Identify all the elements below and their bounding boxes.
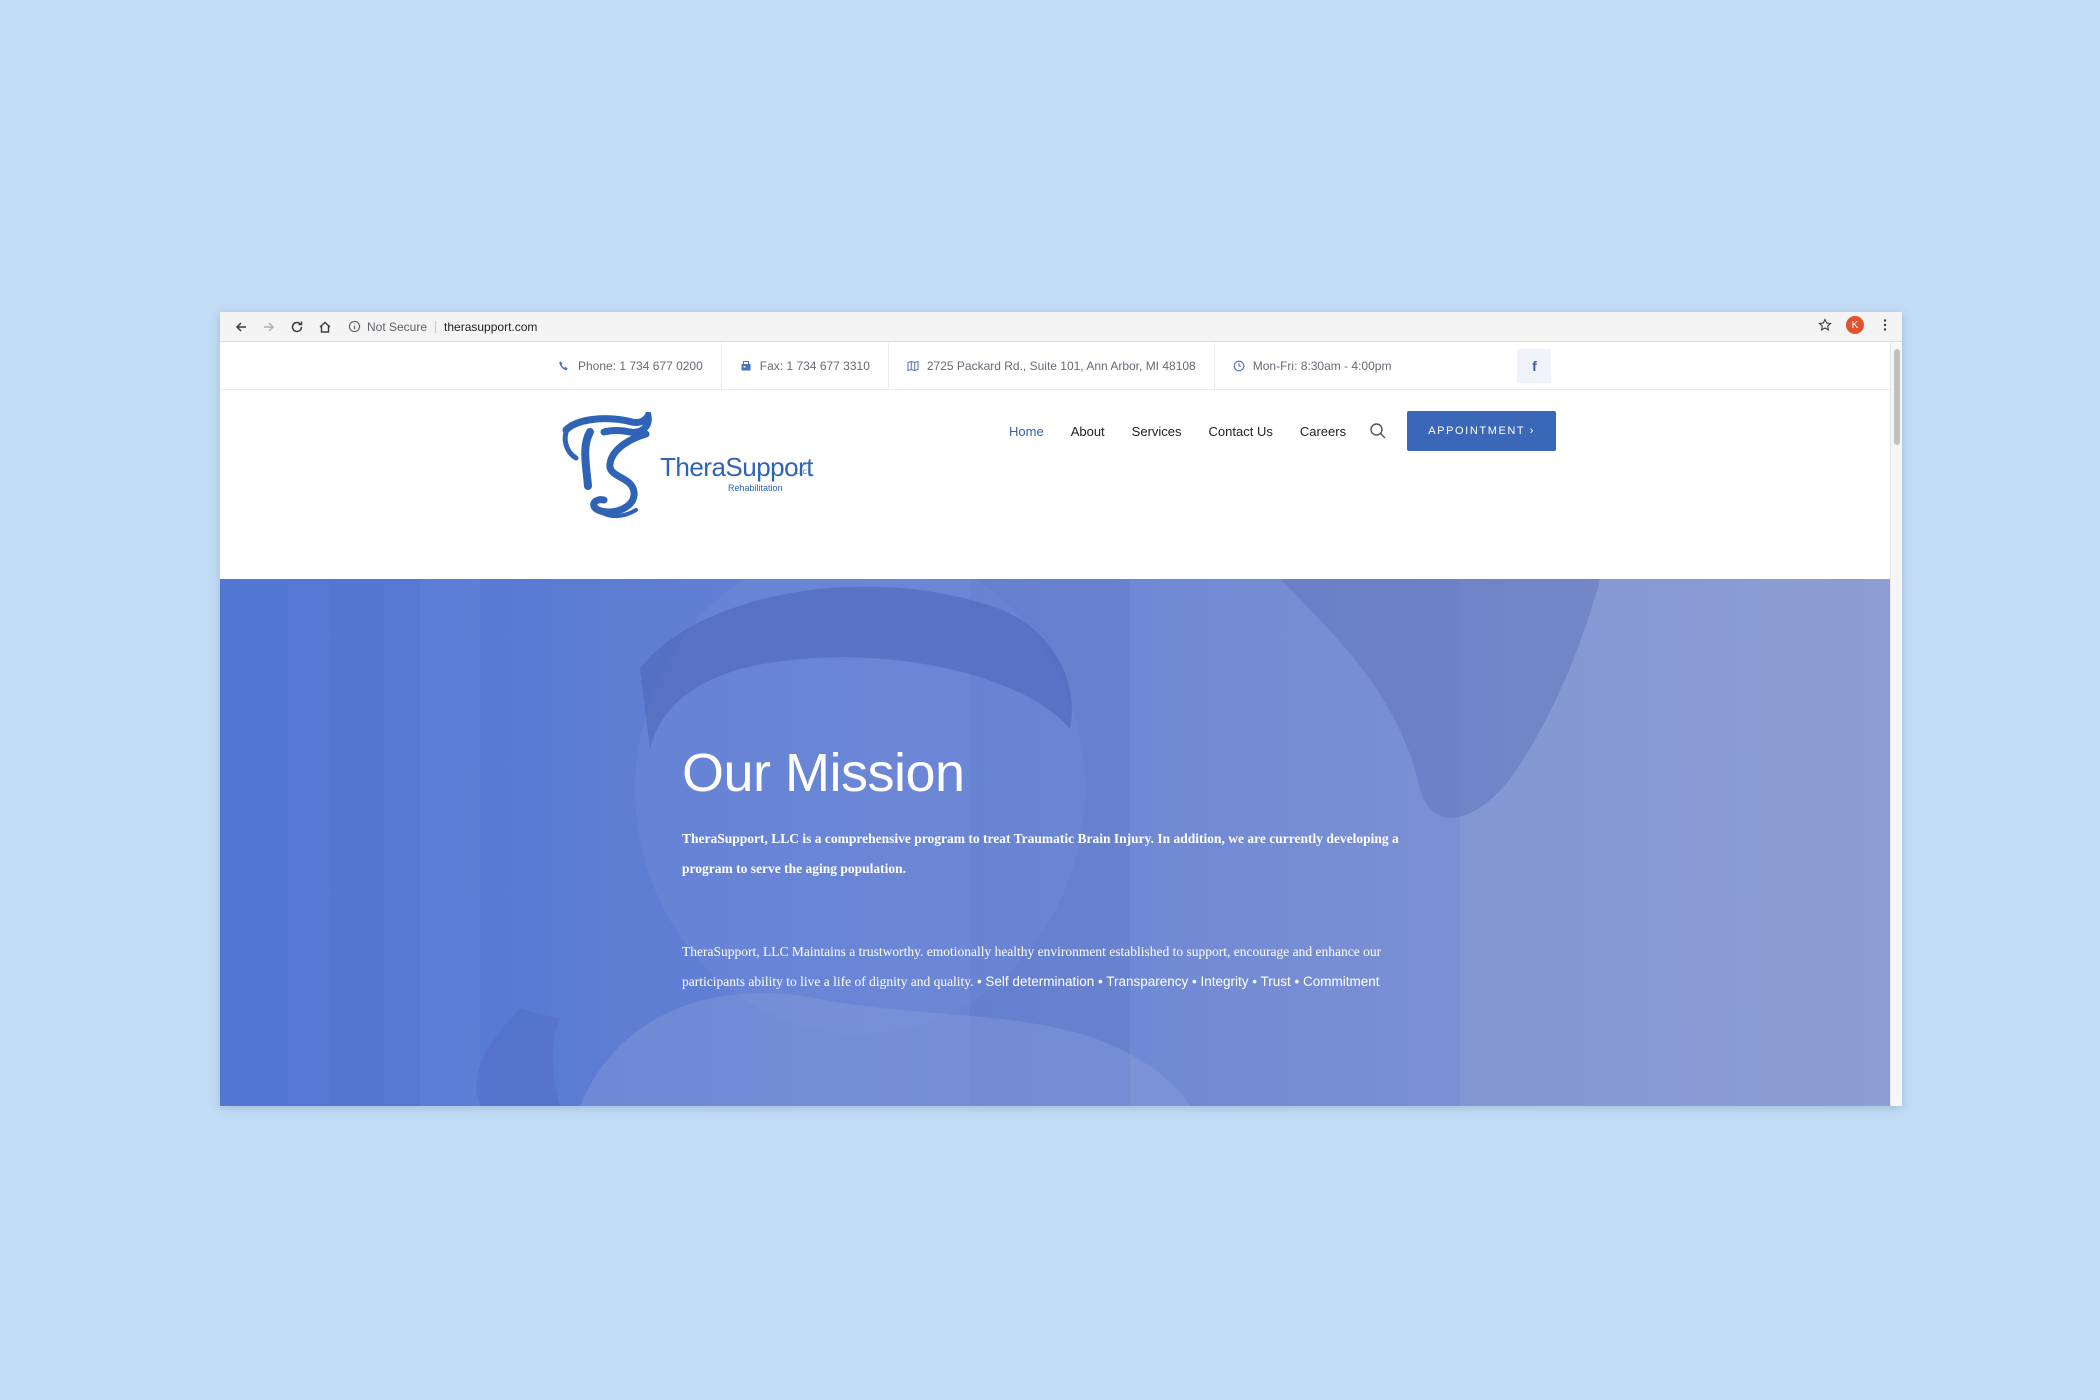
hours-text: Mon-Fri: 8:30am - 4:00pm [1252,359,1392,373]
profile-avatar[interactable]: K [1846,316,1864,334]
site-header: TheraSupport LLC Rehabilitation Home Abo… [220,390,1890,545]
arrow-left-icon [235,321,246,332]
browser-toolbar: Not Secure therasupport.com K [220,312,1902,342]
logo-tagline: Rehabilitation [728,483,783,493]
home-button[interactable] [314,316,336,338]
star-icon[interactable] [1818,318,1832,332]
top-info-bar: Phone: 1 734 677 0200 Fax: 1 734 677 331… [220,343,1890,390]
address-bar[interactable]: Not Secure therasupport.com [348,316,537,338]
logo-llc: LLC [796,470,808,476]
hero-intro-paragraph: TheraSupport, LLC is a comprehensive pro… [682,831,1399,876]
browser-actions: K [1818,316,1892,334]
phone-text: Phone: 1 734 677 0200 [578,359,703,373]
reload-icon [291,321,303,332]
fax-info: Fax: 1 734 677 3310 [722,343,889,389]
nav-contact-us[interactable]: Contact Us [1209,424,1273,439]
page-scrollbar[interactable] [1890,343,1902,1106]
browser-window: Not Secure therasupport.com K Phone: 1 7… [220,312,1902,1106]
fax-text: Fax: 1 734 677 3310 [759,359,870,373]
facebook-icon: f [1532,358,1537,374]
address-text: 2725 Packard Rd., Suite 101, Ann Arbor, … [926,359,1196,373]
home-icon [319,321,331,333]
back-button[interactable] [230,316,252,338]
forward-button[interactable] [258,316,280,338]
map-icon [907,360,919,372]
fax-icon [741,361,751,371]
facebook-button[interactable]: f [1517,349,1552,383]
info-icon [348,320,361,333]
site-logo[interactable]: TheraSupport LLC Rehabilitation [560,412,820,524]
hero-mission-paragraph: TheraSupport, LLC Maintains a trustworth… [682,937,1442,997]
hero-title: Our Mission [682,743,965,803]
security-label: Not Secure [367,319,428,334]
nav-careers[interactable]: Careers [1300,424,1346,439]
nav-about[interactable]: About [1071,424,1105,439]
search-icon[interactable] [1369,422,1387,440]
nav-home[interactable]: Home [1009,424,1044,439]
main-nav: Home About Services Contact Us Careers A… [1009,411,1557,451]
hours-info: Mon-Fri: 8:30am - 4:00pm [1215,343,1410,389]
address-info[interactable]: 2725 Packard Rd., Suite 101, Ann Arbor, … [889,343,1215,389]
nav-services[interactable]: Services [1132,424,1182,439]
logo-mark-icon [562,412,652,518]
hero-content: Our Mission TheraSupport, LLC is a compr… [682,742,1442,997]
url-text: therasupport.com [444,319,538,334]
hero-values-list: • Self determination • Transparency • In… [976,974,1380,989]
logo-name: TheraSupport [660,452,813,482]
hero-section: Our Mission TheraSupport, LLC is a compr… [220,579,1890,1106]
more-vert-icon[interactable] [1878,318,1892,332]
phone-icon [559,361,568,371]
address-separator [435,320,437,333]
clock-icon [1233,360,1245,372]
scrollbar-thumb[interactable] [1894,349,1900,445]
page-viewport: Phone: 1 734 677 0200 Fax: 1 734 677 331… [220,343,1890,1106]
phone-info[interactable]: Phone: 1 734 677 0200 [558,343,722,389]
reload-button[interactable] [286,316,308,338]
appointment-button[interactable]: APPOINTMENT › [1407,411,1557,451]
arrow-right-icon [264,321,275,332]
